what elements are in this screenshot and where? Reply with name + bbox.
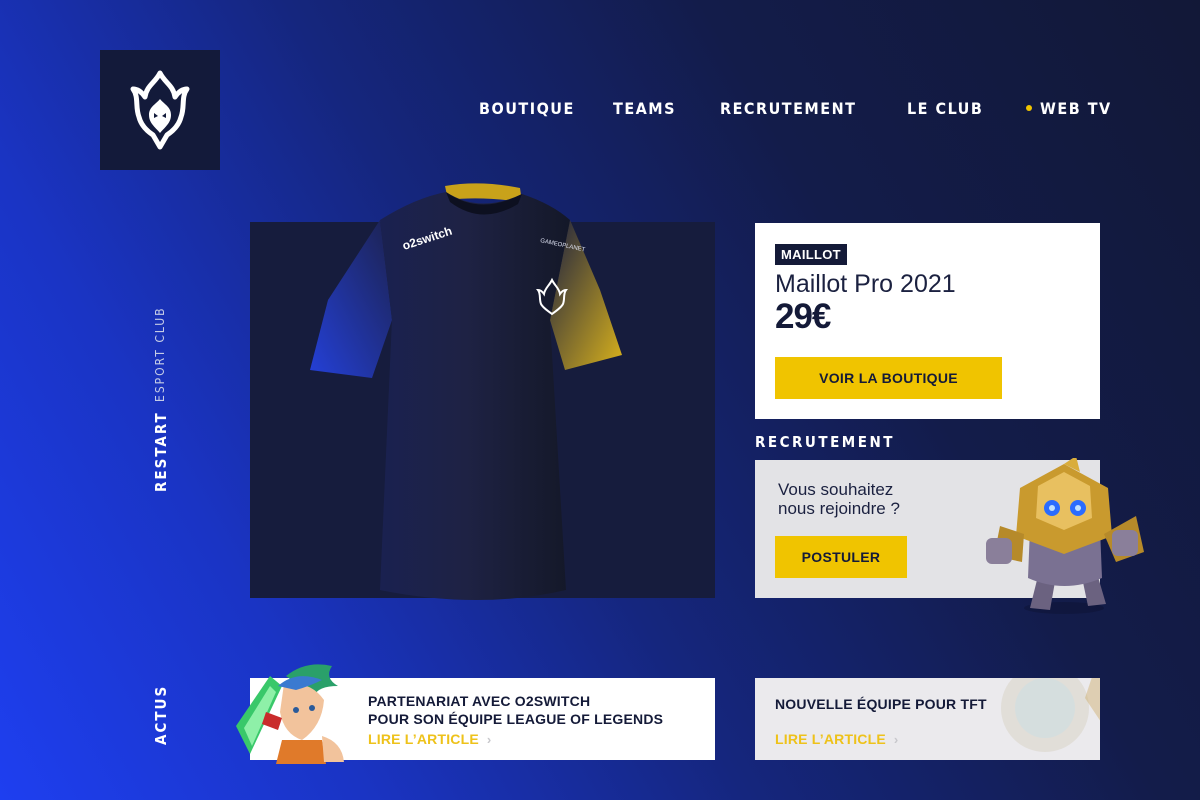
- news-card-2[interactable]: NOUVELLE ÉQUIPE POUR TFT LIRE L’ARTICLE ›: [755, 678, 1100, 760]
- news-2-read-link-label: LIRE L’ARTICLE: [775, 731, 886, 747]
- club-logo[interactable]: [100, 50, 220, 170]
- nav-web-tv-label: WEB TV: [1040, 99, 1112, 118]
- nav-boutique[interactable]: BOUTIQUE: [479, 99, 575, 118]
- recruit-text-line2: nous rejoindre ?: [778, 499, 900, 518]
- news-1-read-link-label: LIRE L’ARTICLE: [368, 731, 479, 747]
- news-2-read-link[interactable]: LIRE L’ARTICLE ›: [775, 731, 898, 747]
- robot-character-illustration: [986, 458, 1144, 614]
- nav-web-tv[interactable]: WEB TV: [1026, 99, 1112, 118]
- product-category-badge: MAILLOT: [775, 244, 847, 265]
- nav-teams[interactable]: TEAMS: [613, 99, 676, 118]
- champion-character-illustration: [236, 664, 344, 764]
- apply-button[interactable]: POSTULER: [775, 536, 907, 578]
- news-1-title-line2: POUR SON ÉQUIPE LEAGUE OF LEGENDS: [368, 711, 664, 727]
- recruit-text: Vous souhaitez nous rejoindre ?: [778, 480, 968, 518]
- recruit-section-title: RECRUTEMENT: [755, 433, 895, 451]
- news-2-title: NOUVELLE ÉQUIPE POUR TFT: [775, 696, 987, 712]
- product-price: 29€: [775, 297, 831, 336]
- jersey-image[interactable]: o2switch GAMEOPLANET: [300, 180, 640, 620]
- shop-button[interactable]: VOIR LA BOUTIQUE: [775, 357, 1002, 399]
- recruit-text-line1: Vous souhaitez: [778, 480, 894, 499]
- product-name: Maillot Pro 2021: [775, 270, 956, 298]
- side-tagline: ESPORT CLUB: [153, 306, 167, 402]
- side-news-label: ACTUS: [152, 684, 170, 745]
- chevron-right-icon: ›: [893, 732, 899, 747]
- news-1-title-line1: PARTENARIAT AVEC O2SWITCH: [368, 693, 591, 709]
- chevron-right-icon: ›: [486, 732, 492, 747]
- nav-recrutement[interactable]: RECRUTEMENT: [720, 99, 856, 118]
- news-2-background-art: [1001, 678, 1100, 752]
- news-1-title: PARTENARIAT AVEC O2SWITCH POUR SON ÉQUIP…: [368, 692, 663, 728]
- shop-card: MAILLOT Maillot Pro 2021 29€ VOIR LA BOU…: [755, 223, 1100, 419]
- side-brand: RESTART: [152, 411, 170, 492]
- news-1-read-link[interactable]: LIRE L’ARTICLE ›: [368, 731, 491, 747]
- live-dot-icon: [1026, 104, 1032, 111]
- phoenix-logo-icon: [130, 70, 190, 150]
- nav-le-club[interactable]: LE CLUB: [907, 99, 983, 118]
